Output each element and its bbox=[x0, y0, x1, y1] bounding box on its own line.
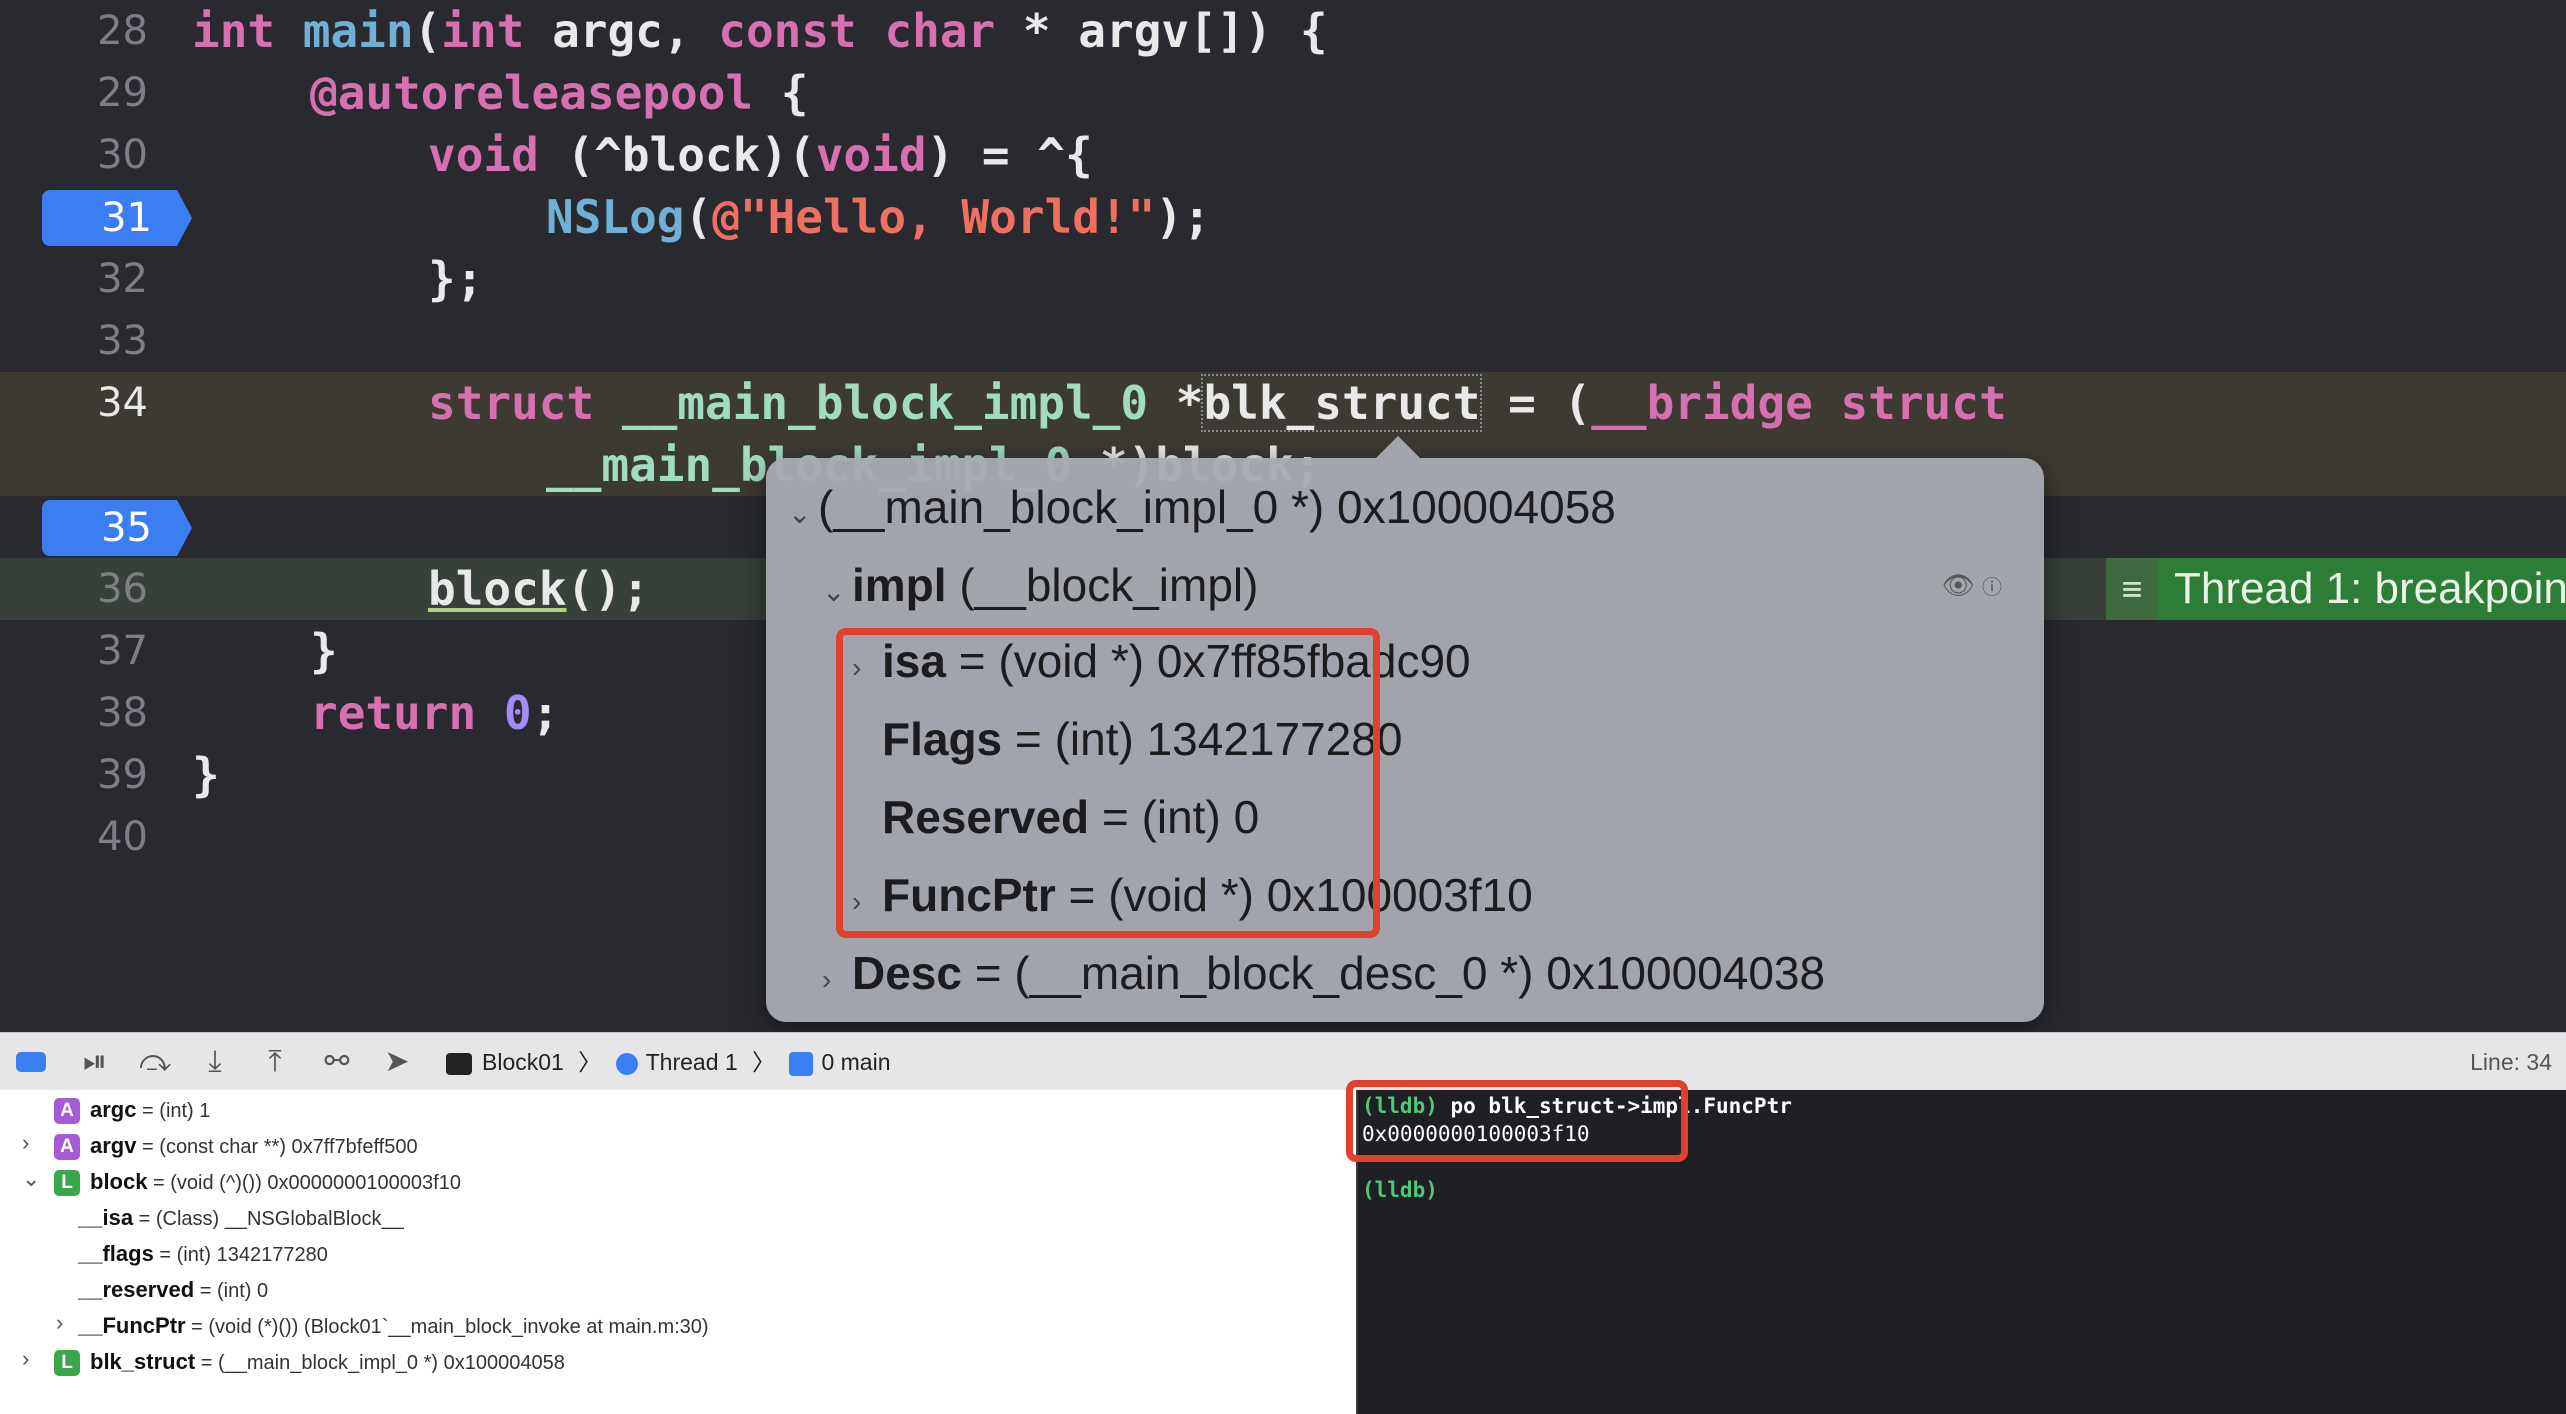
code-line-31: 31 NSLog(@"Hello, World!"); bbox=[0, 186, 2566, 248]
chevron-right-icon[interactable]: › bbox=[822, 964, 852, 996]
step-into-icon[interactable]: ⤓ bbox=[198, 1045, 232, 1079]
line-number[interactable]: 28 bbox=[40, 0, 148, 62]
terminal-icon bbox=[446, 1052, 472, 1075]
line-number[interactable]: 29 bbox=[40, 62, 148, 124]
debug-bar: ⏯ ⤼ ⤓ ⤒ ⚯ ➤ Block01 〉 Thread 1 〉 0 main … bbox=[0, 1032, 2566, 1092]
line-number[interactable]: 39 bbox=[40, 744, 148, 806]
lldb-console[interactable]: (lldb) po blk_struct->impl.FuncPtr 0x000… bbox=[1346, 1080, 2566, 1414]
popover-root-row[interactable]: ⌄ (__main_block_impl_0 *) 0x100004058 bbox=[788, 480, 1616, 534]
variable-row[interactable]: Aargc = (int) 1 bbox=[54, 1092, 210, 1128]
variable-row[interactable]: __reserved = (int) 0 bbox=[78, 1272, 268, 1308]
breakpoint-marker[interactable]: 31 bbox=[42, 190, 192, 246]
code-line-28: 28 int main(int argc, const char * argv[… bbox=[0, 0, 2566, 62]
line-number[interactable]: 38 bbox=[40, 682, 148, 744]
list-icon: ≡ bbox=[2106, 558, 2158, 620]
code-text: NSLog(@"Hello, World!"); bbox=[546, 190, 1211, 244]
code-text: } bbox=[192, 748, 220, 802]
step-out-icon[interactable]: ⤒ bbox=[258, 1045, 292, 1079]
code-text: block(); bbox=[428, 562, 650, 616]
location-icon[interactable]: ➤ bbox=[380, 1045, 414, 1079]
code-line-32: 32 }; bbox=[0, 248, 2566, 310]
variable-row[interactable]: Lblk_struct = (__main_block_impl_0 *) 0x… bbox=[54, 1344, 565, 1380]
breadcrumb-thread[interactable]: Thread 1 bbox=[646, 1049, 738, 1075]
info-icon[interactable]: ⓘ bbox=[1982, 577, 2002, 599]
argument-badge: A bbox=[54, 1098, 80, 1125]
code-text: }; bbox=[428, 252, 484, 306]
chevron-right-icon: 〉 bbox=[752, 1049, 776, 1075]
step-over-icon[interactable]: ⤼ bbox=[138, 1045, 172, 1079]
chevron-down-icon[interactable]: ⌄ bbox=[822, 575, 852, 608]
code-text: struct __main_block_impl_0 *blk_struct =… bbox=[428, 374, 2007, 432]
frame-icon bbox=[789, 1051, 814, 1076]
continue-icon[interactable]: ⏯ bbox=[78, 1045, 112, 1079]
code-text: int main(int argc, const char * argv[]) … bbox=[192, 4, 1328, 58]
line-number[interactable]: 30 bbox=[40, 124, 148, 186]
code-text: void (^block)(void) = ^{ bbox=[428, 128, 1093, 182]
local-badge: L bbox=[54, 1350, 80, 1377]
code-text: return 0; bbox=[310, 686, 560, 740]
chevron-right-icon[interactable]: › bbox=[56, 1310, 63, 1336]
popover-actions: 👁 ⓘ bbox=[1942, 570, 2002, 601]
popover-impl-row[interactable]: ⌄ impl (__block_impl) bbox=[822, 558, 1258, 612]
chevron-down-icon[interactable]: ⌄ bbox=[788, 497, 818, 530]
line-number[interactable]: 32 bbox=[40, 248, 148, 310]
local-badge: L bbox=[54, 1170, 80, 1197]
highlight-box bbox=[836, 628, 1380, 938]
chevron-right-icon: 〉 bbox=[578, 1049, 602, 1075]
argument-badge: A bbox=[54, 1134, 80, 1161]
breakpoints-toggle-icon[interactable] bbox=[16, 1052, 46, 1072]
variable-row[interactable]: Lblock = (void (^)()) 0x0000000100003f10 bbox=[54, 1164, 461, 1200]
chevron-right-icon[interactable]: › bbox=[22, 1346, 29, 1372]
code-line-33: 33 bbox=[0, 310, 2566, 372]
highlight-box bbox=[1346, 1080, 1688, 1162]
breadcrumb: Block01 〉 Thread 1 〉 0 main bbox=[446, 1033, 891, 1091]
popover-field-desc[interactable]: › Desc = (__main_block_desc_0 *) 0x100004… bbox=[822, 946, 1825, 1000]
line-number[interactable]: 34 bbox=[40, 372, 148, 434]
line-indicator: Line: 34 bbox=[2470, 1049, 2552, 1075]
line-number[interactable]: 33 bbox=[40, 310, 148, 372]
line-number[interactable]: 36 bbox=[40, 558, 148, 620]
thread-label-text: Thread 1: breakpoint 1.1 bbox=[2158, 558, 2566, 620]
variable-row[interactable]: __isa = (Class) __NSGlobalBlock__ bbox=[78, 1200, 404, 1236]
line-number[interactable]: 37 bbox=[40, 620, 148, 682]
eye-icon[interactable]: 👁 bbox=[1942, 570, 1975, 600]
blk-struct-token[interactable]: blk_struct bbox=[1201, 374, 1483, 432]
variable-row[interactable]: __FuncPtr = (void (*)()) (Block01`__main… bbox=[78, 1308, 709, 1344]
code-text: @autoreleasepool { bbox=[310, 66, 809, 120]
line-number[interactable]: 40 bbox=[40, 806, 148, 868]
thread-breakpoint-annotation[interactable]: ≡ Thread 1: breakpoint 1.1 bbox=[2106, 558, 2566, 620]
breakpoint-marker[interactable]: 35 bbox=[42, 500, 192, 556]
breadcrumb-frame[interactable]: 0 main bbox=[821, 1049, 890, 1075]
breadcrumb-target[interactable]: Block01 bbox=[482, 1049, 564, 1075]
variables-view[interactable]: Aargc = (int) 1 Aargv = (const char **) … bbox=[0, 1090, 1356, 1414]
variable-row[interactable]: Aargv = (const char **) 0x7ff7bfeff500 bbox=[54, 1128, 418, 1164]
code-line-30: 30 void (^block)(void) = ^{ bbox=[0, 124, 2566, 186]
variable-inspector-popover[interactable]: ⌄ (__main_block_impl_0 *) 0x100004058 ⌄ im… bbox=[766, 436, 2044, 1022]
console-prompt[interactable]: (lldb) bbox=[1362, 1176, 1438, 1204]
chevron-down-icon[interactable]: ⌄ bbox=[22, 1166, 40, 1192]
view-hierarchy-icon[interactable]: ⚯ bbox=[320, 1045, 354, 1079]
variable-row[interactable]: __flags = (int) 1342177280 bbox=[78, 1236, 328, 1272]
code-line-29: 29 @autoreleasepool { bbox=[0, 62, 2566, 124]
code-text: } bbox=[310, 624, 338, 678]
chevron-right-icon[interactable]: › bbox=[22, 1130, 29, 1156]
thread-icon bbox=[615, 1052, 638, 1075]
